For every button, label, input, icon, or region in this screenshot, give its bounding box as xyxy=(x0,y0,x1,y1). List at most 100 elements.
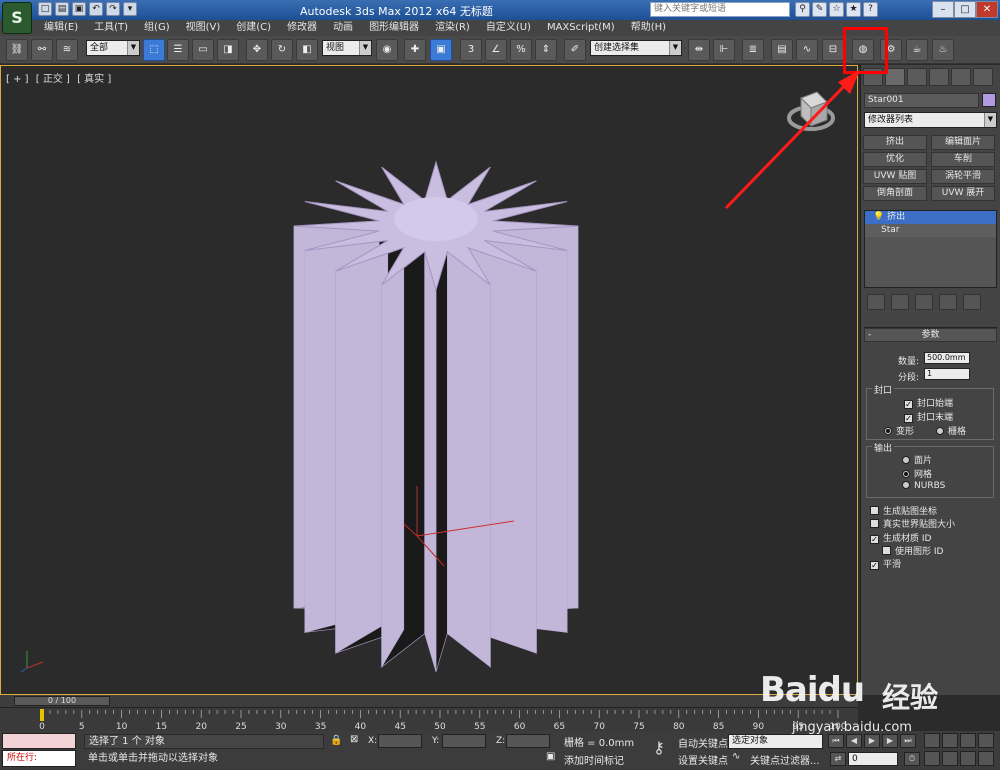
new-file-icon[interactable]: □ xyxy=(38,2,52,16)
make-unique-icon[interactable] xyxy=(915,294,933,310)
menu-edit[interactable]: 编辑(E) xyxy=(36,20,86,36)
save-file-icon[interactable]: ▣ xyxy=(72,2,86,16)
qat-dropdown-icon[interactable]: ▾ xyxy=(123,2,137,16)
scale-icon[interactable]: ◧ xyxy=(296,39,318,61)
stack-item-extrude[interactable]: 💡 挤出 xyxy=(865,211,996,224)
menu-customize[interactable]: 自定义(U) xyxy=(478,20,539,36)
app-logo-icon[interactable]: S xyxy=(2,2,32,34)
unlink-icon[interactable]: ⚯ xyxy=(31,39,53,61)
modifier-list-select[interactable]: 修改器列表 ▼ xyxy=(864,112,997,128)
auto-key-button[interactable]: 自动关键点 xyxy=(678,735,728,750)
menu-create[interactable]: 创建(C) xyxy=(228,20,279,36)
rect-select-icon[interactable]: ▭ xyxy=(192,39,214,61)
graphite-icon[interactable]: ▤ xyxy=(771,39,793,61)
gen-mat-id-checkbox[interactable]: ✓ 生成材质 ID xyxy=(870,531,931,544)
absolute-mode-icon[interactable]: ⊠ xyxy=(350,734,358,745)
open-file-icon[interactable]: ▤ xyxy=(55,2,69,16)
morph-radio[interactable]: 变形 xyxy=(884,424,914,437)
menu-animation[interactable]: 动画 xyxy=(325,20,361,36)
use-shape-id-checkbox[interactable]: 使用图形 ID xyxy=(882,544,943,557)
time-config-icon[interactable]: ⏱ xyxy=(904,752,920,766)
display-tab-icon[interactable] xyxy=(951,68,971,86)
cap-end-checkbox[interactable]: ✓ 封口末端 xyxy=(904,410,953,423)
y-coord-field[interactable] xyxy=(442,734,486,748)
menu-view[interactable]: 视图(V) xyxy=(178,20,229,36)
undo-icon[interactable]: ↶ xyxy=(89,2,103,16)
pan-icon[interactable] xyxy=(942,751,958,766)
key-filter-icon[interactable]: ∿ xyxy=(732,751,740,762)
curve-editor-icon[interactable]: ∿ xyxy=(796,39,818,61)
menu-tools[interactable]: 工具(T) xyxy=(86,20,136,36)
gen-map-coords-checkbox[interactable]: 生成贴图坐标 xyxy=(870,504,937,517)
bind-icon[interactable]: ≋ xyxy=(56,39,78,61)
remove-modifier-icon[interactable] xyxy=(939,294,957,310)
snap-3d-icon[interactable]: 3 xyxy=(460,39,482,61)
maximize-viewport-icon[interactable] xyxy=(978,751,994,766)
optimize-button[interactable]: 优化 xyxy=(863,152,927,167)
real-world-map-checkbox[interactable]: 真实世界贴图大小 xyxy=(870,517,955,530)
set-key-button[interactable]: 设置关键点 xyxy=(678,752,728,767)
favorites-icon[interactable]: ★ xyxy=(846,2,861,17)
smooth-checkbox[interactable]: ✓ 平滑 xyxy=(870,557,901,570)
amount-spinner[interactable]: 500.0mm xyxy=(924,352,970,364)
show-end-result-icon[interactable] xyxy=(891,294,909,310)
menu-graph-editors[interactable]: 图形编辑器 xyxy=(361,20,427,36)
redo-icon[interactable]: ↷ xyxy=(106,2,120,16)
track-bar[interactable]: 0 5 10 15 20 25 30 35 40 45 50 55 60 65 70 75 80 85 90 95 10… xyxy=(0,707,858,732)
schematic-icon[interactable]: ⊟ xyxy=(822,39,844,61)
mirror-icon[interactable]: ⇹ xyxy=(688,39,710,61)
key-mode-icon[interactable]: ⇄ xyxy=(830,752,846,766)
lightbulb-icon[interactable]: 💡 xyxy=(873,212,884,222)
link-icon[interactable]: ⛓ xyxy=(6,39,28,61)
parameters-rollout-header[interactable]: - 参数 xyxy=(864,328,997,342)
spinner-snap-icon[interactable]: ⇕ xyxy=(535,39,557,61)
hierarchy-tab-icon[interactable] xyxy=(907,68,927,86)
lathe-button[interactable]: 车削 xyxy=(931,152,995,167)
key-icon[interactable]: ⚷ xyxy=(648,737,670,759)
layer-icon[interactable]: ≣ xyxy=(742,39,764,61)
nurbs-radio[interactable]: NURBS xyxy=(902,481,945,491)
mesh-radio[interactable]: 网格 xyxy=(902,467,932,480)
utilities-tab-icon[interactable] xyxy=(973,68,993,86)
motion-tab-icon[interactable] xyxy=(929,68,949,86)
unwrap-uvw-button[interactable]: UVW 展开 xyxy=(931,186,995,201)
bevel-profile-button[interactable]: 倒角剖面 xyxy=(863,186,927,201)
stack-item-star[interactable]: Star xyxy=(865,224,996,237)
orbit-icon[interactable] xyxy=(960,751,976,766)
edit-named-sel-icon[interactable]: ✐ xyxy=(564,39,586,61)
render-frame-icon[interactable]: ☕ xyxy=(906,39,928,61)
modify-tab-icon[interactable] xyxy=(885,68,905,86)
current-frame-field[interactable]: 0 xyxy=(848,752,898,766)
select-by-name-icon[interactable]: ☰ xyxy=(167,39,189,61)
keyboard-shortcut-icon[interactable]: ▣ xyxy=(430,39,452,61)
menu-help[interactable]: 帮助(H) xyxy=(623,20,674,36)
angle-snap-icon[interactable]: ∠ xyxy=(485,39,507,61)
window-crossing-icon[interactable]: ◨ xyxy=(217,39,239,61)
menu-rendering[interactable]: 渲染(R) xyxy=(427,20,478,36)
pin-stack-icon[interactable] xyxy=(867,294,885,310)
maximize-button[interactable]: □ xyxy=(954,1,976,18)
edit-patch-button[interactable]: 编辑面片 xyxy=(931,135,995,150)
x-coord-field[interactable] xyxy=(378,734,422,748)
grid-radio[interactable]: 栅格 xyxy=(936,424,966,437)
patch-radio[interactable]: 面片 xyxy=(902,453,932,466)
menu-group[interactable]: 组(G) xyxy=(136,20,178,36)
render-icon[interactable]: ♨ xyxy=(932,39,954,61)
minimize-button[interactable]: – xyxy=(932,1,954,18)
add-time-tag[interactable]: 添加时间标记 xyxy=(564,752,624,767)
menu-maxscript[interactable]: MAXScript(M) xyxy=(539,20,623,36)
select-icon[interactable]: ⬚ xyxy=(143,39,165,61)
align-icon[interactable]: ⊩ xyxy=(713,39,735,61)
time-tag-icon[interactable]: ▣ xyxy=(546,751,555,762)
subscription-icon[interactable]: ✎ xyxy=(812,2,827,17)
move-icon[interactable]: ✥ xyxy=(246,39,268,61)
percent-snap-icon[interactable]: % xyxy=(510,39,532,61)
maxscript-listener[interactable] xyxy=(2,733,76,749)
z-coord-field[interactable] xyxy=(506,734,550,748)
fov-icon[interactable] xyxy=(924,751,940,766)
object-name-field[interactable]: Star001 xyxy=(864,93,979,108)
rotate-icon[interactable]: ↻ xyxy=(271,39,293,61)
pivot-icon[interactable]: ◉ xyxy=(376,39,398,61)
help-icon[interactable]: ? xyxy=(863,2,878,17)
menu-modifiers[interactable]: 修改器 xyxy=(279,20,325,36)
